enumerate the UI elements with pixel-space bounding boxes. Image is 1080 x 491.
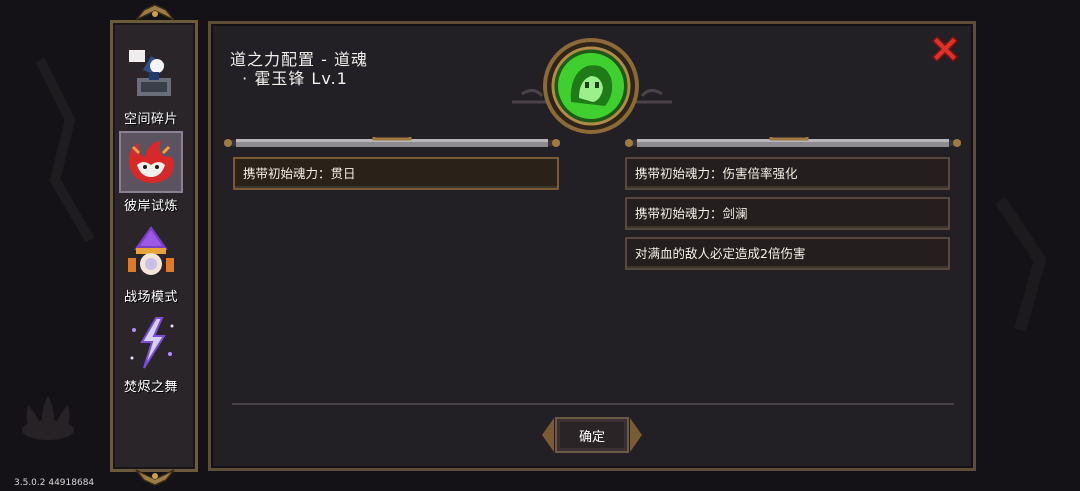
page-title: 道之力配置 - 道魂 · 霍玉锋 Lv.1	[230, 50, 368, 88]
close-icon[interactable]	[928, 32, 962, 66]
sidebar-top-ornament-icon	[135, 4, 175, 21]
sidebar-item-ember-dance[interactable]: 焚烬之舞	[116, 312, 186, 402]
right-slot-3[interactable]: 对满血的敌人必定造成2倍伤害	[625, 237, 950, 270]
sidebar-item-shore-trial[interactable]: 彼岸试炼	[116, 131, 186, 221]
space-fragment-icon	[119, 44, 183, 106]
lotus-watermark-icon	[22, 395, 74, 440]
right-slot-2[interactable]: 携带初始魂力：剑澜	[625, 197, 950, 230]
fox-spirit-icon	[119, 131, 183, 193]
bottom-divider	[232, 403, 954, 405]
left-slot-1[interactable]: 携带初始魂力：贯日	[233, 157, 559, 190]
version-label: 3.5.0.2 44918684	[14, 478, 95, 488]
green-soul-emblem-icon	[543, 38, 639, 134]
right-slot-1[interactable]: 携带初始魂力：伤害倍率强化	[625, 157, 950, 190]
sidebar-item-label: 彼岸试炼	[123, 199, 178, 214]
sidebar-item-label: 战场模式	[123, 290, 178, 305]
confirm-button-label: 确定	[578, 430, 605, 445]
lightning-rune-icon	[119, 312, 183, 374]
right-rail	[625, 137, 961, 147]
sidebar-item-label: 焚烬之舞	[123, 380, 178, 395]
wizard-orb-icon	[119, 222, 183, 284]
sidebar-item-label: 空间碎片	[123, 112, 178, 127]
sidebar-item-space-fragment[interactable]: 空间碎片	[116, 44, 186, 134]
sidebar-item-battlefield-mode[interactable]: 战场模式	[116, 222, 186, 312]
sidebar-bottom-ornament-icon	[135, 469, 175, 486]
left-rail	[224, 137, 560, 147]
